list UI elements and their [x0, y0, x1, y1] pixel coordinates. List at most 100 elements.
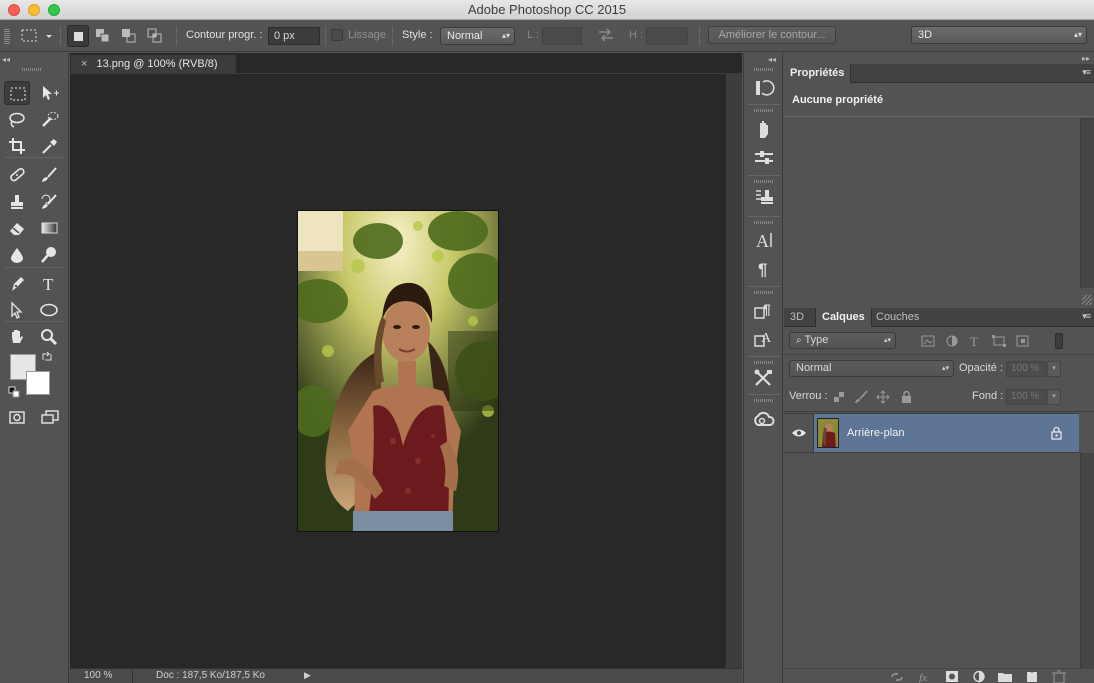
- dodge-tool[interactable]: [36, 243, 62, 267]
- character-panel-button[interactable]: A: [752, 229, 776, 251]
- move-tool[interactable]: [36, 81, 62, 105]
- adjustments-panel-button[interactable]: [752, 147, 776, 169]
- layer-filter-dropdown[interactable]: ⌕ Type ▴▾: [789, 332, 896, 349]
- dock-group-grip[interactable]: [754, 180, 774, 183]
- dock-group-grip[interactable]: [754, 109, 774, 112]
- quick-mask-button[interactable]: [4, 405, 30, 429]
- fill-input[interactable]: 100 %: [1006, 389, 1046, 405]
- new-group-folder-icon[interactable]: [997, 670, 1013, 683]
- workspace-dropdown[interactable]: 3D ▴▾: [911, 26, 1087, 44]
- link-layers-icon[interactable]: [889, 670, 905, 683]
- filter-type-icon[interactable]: T: [967, 334, 983, 348]
- tab-properties[interactable]: Propriétés: [784, 64, 852, 83]
- swap-dimensions-button[interactable]: [597, 28, 615, 42]
- new-selection-button[interactable]: [67, 25, 89, 47]
- feather-input[interactable]: 0 px: [268, 27, 320, 45]
- background-color-swatch[interactable]: [26, 371, 50, 395]
- new-layer-icon[interactable]: [1024, 670, 1040, 683]
- blur-tool[interactable]: [4, 243, 30, 267]
- expand-dock-icon[interactable]: ◂◂: [768, 55, 776, 64]
- document-tab[interactable]: × 13.png @ 100% (RVB/8): [70, 54, 237, 73]
- opacity-input[interactable]: 100 %: [1006, 361, 1046, 377]
- filter-smart-object-icon[interactable]: [1015, 334, 1031, 348]
- subtract-from-selection-button[interactable]: [118, 25, 140, 47]
- dock-group-grip[interactable]: [754, 291, 774, 294]
- tool-preset-picker[interactable]: [20, 28, 56, 44]
- lock-all-icon[interactable]: [899, 390, 915, 404]
- toolbox-grip[interactable]: [22, 68, 42, 71]
- options-bar-grip[interactable]: [4, 28, 10, 44]
- default-colors-button[interactable]: [8, 386, 20, 398]
- quick-selection-tool[interactable]: [36, 108, 62, 132]
- lock-position-icon[interactable]: [876, 390, 892, 404]
- zoom-level[interactable]: 100 %: [84, 670, 112, 681]
- paragraph-panel-button[interactable]: ¶: [752, 257, 776, 279]
- status-menu-arrow-icon[interactable]: ▶: [304, 670, 311, 681]
- brush-tool[interactable]: [36, 163, 62, 187]
- collapse-panels-icon[interactable]: ▸▸: [1082, 54, 1090, 63]
- properties-resize-grip[interactable]: [1082, 295, 1092, 305]
- refine-edge-button[interactable]: Améliorer le contour...: [708, 26, 836, 44]
- filter-toggle-switch[interactable]: [1055, 333, 1063, 349]
- layer-row-background[interactable]: Arrière-plan: [784, 413, 1079, 453]
- crop-tool[interactable]: [4, 134, 30, 158]
- actions-panel-button[interactable]: [752, 118, 776, 140]
- dock-group-grip[interactable]: [754, 361, 774, 364]
- document-image[interactable]: [298, 211, 498, 531]
- ellipse-tool[interactable]: [36, 298, 62, 322]
- clone-stamp-tool[interactable]: [4, 190, 30, 214]
- layers-scrollbar[interactable]: [1080, 453, 1094, 668]
- layers-panel-menu-icon[interactable]: ▾≡: [1082, 311, 1091, 322]
- hand-tool[interactable]: [4, 325, 30, 349]
- layer-name[interactable]: Arrière-plan: [847, 427, 904, 439]
- tab-channels[interactable]: Couches: [870, 308, 925, 327]
- style-dropdown[interactable]: Normal ▴▾: [440, 27, 515, 45]
- pen-tool[interactable]: [4, 272, 30, 296]
- opacity-stepper[interactable]: ▾: [1047, 361, 1061, 377]
- tool-presets-panel-button[interactable]: [752, 367, 776, 389]
- eraser-tool[interactable]: [4, 216, 30, 240]
- gradient-tool[interactable]: [36, 216, 62, 240]
- tab-3d[interactable]: 3D: [784, 308, 810, 327]
- lock-image-pixels-icon[interactable]: [854, 390, 870, 404]
- screen-mode-button[interactable]: [36, 405, 62, 429]
- lock-transparent-pixels-icon[interactable]: [832, 390, 848, 404]
- blend-mode-dropdown[interactable]: Normal ▴▾: [789, 360, 954, 377]
- properties-panel-menu-icon[interactable]: ▾≡: [1082, 67, 1091, 78]
- dock-group-grip[interactable]: [754, 399, 774, 402]
- rectangular-marquee-tool[interactable]: [4, 81, 30, 105]
- lasso-tool[interactable]: [4, 108, 30, 132]
- paragraph-styles-panel-button[interactable]: ¶: [752, 299, 776, 321]
- spot-healing-brush-tool[interactable]: [4, 163, 30, 187]
- swap-colors-button[interactable]: [41, 351, 53, 363]
- clone-source-panel-button[interactable]: [752, 187, 776, 209]
- fill-stepper[interactable]: ▾: [1047, 389, 1061, 405]
- path-selection-tool[interactable]: [4, 298, 30, 322]
- tab-layers[interactable]: Calques: [815, 308, 872, 327]
- collapse-toolbox-icon[interactable]: ◂◂: [2, 55, 10, 64]
- type-tool[interactable]: T: [36, 272, 62, 296]
- layer-style-fx-icon[interactable]: fx: [918, 670, 934, 683]
- libraries-panel-button[interactable]: [752, 409, 776, 431]
- filter-pixel-icon[interactable]: [920, 334, 936, 348]
- height-input[interactable]: [646, 27, 688, 45]
- width-input[interactable]: [542, 27, 582, 45]
- dock-group-grip[interactable]: [754, 221, 774, 224]
- history-panel-button[interactable]: [752, 77, 776, 99]
- dock-grip[interactable]: [754, 68, 774, 71]
- zoom-tool[interactable]: [36, 325, 62, 349]
- canvas-vertical-scrollbar[interactable]: [725, 74, 742, 668]
- filter-shape-icon[interactable]: [991, 334, 1007, 348]
- close-document-icon[interactable]: ×: [81, 58, 87, 70]
- eyedropper-tool[interactable]: [36, 134, 62, 158]
- antialias-checkbox[interactable]: [331, 29, 343, 41]
- filter-adjustment-icon[interactable]: [944, 334, 960, 348]
- delete-layer-trash-icon[interactable]: [1051, 670, 1067, 683]
- intersect-selection-button[interactable]: [144, 25, 166, 47]
- new-adjustment-layer-icon[interactable]: [971, 670, 987, 683]
- layer-visibility-toggle[interactable]: [784, 414, 814, 452]
- add-mask-icon[interactable]: [944, 670, 960, 683]
- history-brush-tool[interactable]: [36, 190, 62, 214]
- properties-scrollbar[interactable]: [1080, 118, 1094, 288]
- add-to-selection-button[interactable]: [92, 25, 114, 47]
